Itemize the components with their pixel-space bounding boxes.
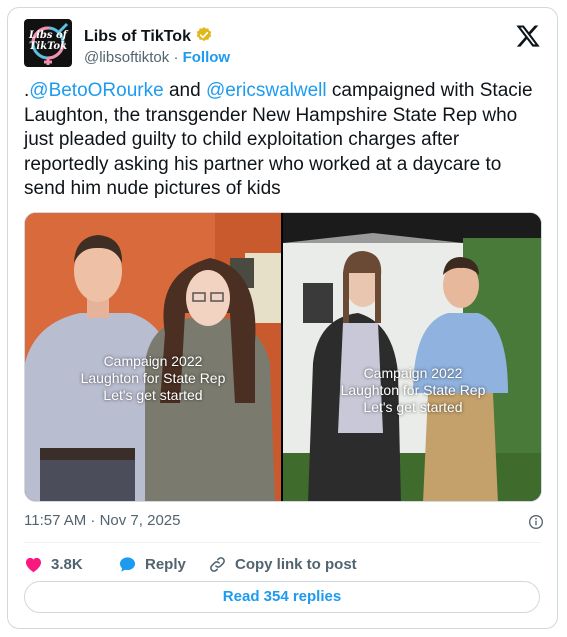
follow-link[interactable]: Follow xyxy=(183,49,231,66)
copy-link-button[interactable]: Copy link to post xyxy=(208,553,357,575)
author-name[interactable]: Libs of TikTok xyxy=(84,26,213,46)
copy-link-label: Copy link to post xyxy=(235,555,357,573)
author-name-text[interactable]: Libs of TikTok xyxy=(84,28,191,45)
mention-betoorourke[interactable]: @BetoORourke xyxy=(29,80,163,101)
reply-bubble-icon xyxy=(119,556,136,572)
reply-button[interactable]: Reply xyxy=(118,553,186,575)
verified-badge-icon xyxy=(196,27,212,42)
post-header: Libs of TikTok Libs of TikTok @libsoftik… xyxy=(24,19,541,71)
post-timestamp[interactable]: 11:57 AM · Nov 7, 2025 xyxy=(24,512,180,529)
like-button[interactable]: 3.8K xyxy=(24,553,83,575)
reply-label: Reply xyxy=(145,555,186,573)
author-handle-row: @libsoftiktok · Follow xyxy=(84,49,230,66)
timestamp-row: 11:57 AM · Nov 7, 2025 xyxy=(24,512,544,532)
link-icon xyxy=(210,556,225,572)
post-text: .@BetoORourke and @ericswalwell campaign… xyxy=(24,79,544,202)
x-logo-icon[interactable] xyxy=(515,23,541,49)
embedded-post-card: Libs of TikTok Libs of TikTok @libsoftik… xyxy=(7,7,558,629)
avatar-text: Libs of TikTok xyxy=(28,30,68,52)
photo-right[interactable]: Campaign 2022 Laughton for State Rep Let… xyxy=(283,213,541,501)
handle-separator: · xyxy=(173,49,179,66)
info-icon[interactable] xyxy=(528,514,544,530)
mention-ericswalwell[interactable]: @ericswalwell xyxy=(206,80,327,101)
photo-left[interactable]: Campaign 2022 Laughton for State Rep Let… xyxy=(25,213,281,501)
read-replies-button[interactable]: Read 354 replies xyxy=(24,581,540,613)
photo-left-caption: Campaign 2022 Laughton for State Rep Let… xyxy=(80,353,226,403)
photo-right-image xyxy=(283,213,541,501)
heart-icon xyxy=(25,557,42,572)
divider xyxy=(24,542,541,543)
like-count: 3.8K xyxy=(51,555,83,573)
post-media[interactable]: Campaign 2022 Laughton for State Rep Let… xyxy=(24,212,542,502)
post-actions: 3.8K Reply Copy link to post xyxy=(24,553,544,575)
avatar[interactable]: Libs of TikTok xyxy=(24,19,72,67)
text-and: and xyxy=(163,80,206,101)
author-handle[interactable]: @libsoftiktok xyxy=(84,49,169,66)
photo-right-caption: Campaign 2022 Laughton for State Rep Let… xyxy=(340,365,486,415)
